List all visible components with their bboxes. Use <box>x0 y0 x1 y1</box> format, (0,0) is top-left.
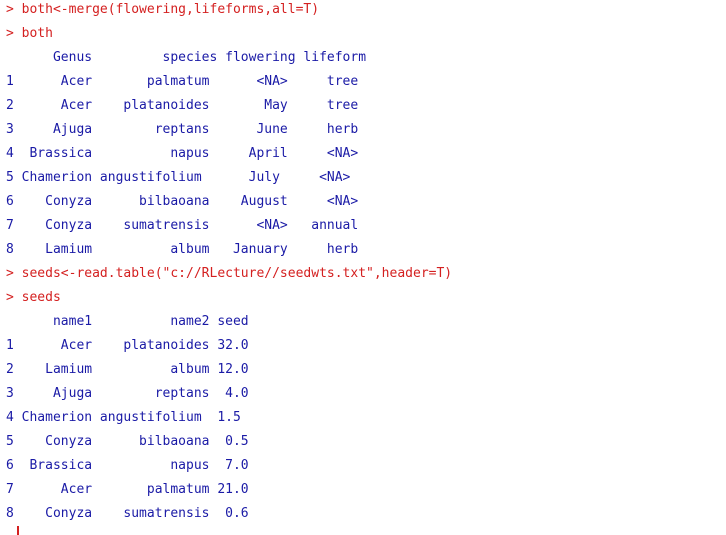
table-row: 1 Acer platanoides 32.0 <box>6 338 249 353</box>
table-header-row: Genus species flowering lifeform <box>6 50 367 65</box>
table-row: 8 Conyza sumatrensis 0.6 <box>6 506 249 521</box>
table-row: 4 Chamerion angustifolium 1.5 <box>6 410 241 425</box>
table-row: 8 Lamium album January herb <box>6 242 359 257</box>
table-row: 4 Brassica napus April <NA> <box>6 146 359 161</box>
table-row: 3 Ajuga reptans June herb <box>6 122 359 137</box>
table-row: 1 Acer palmatum <NA> tree <box>6 74 359 89</box>
console-command-line: > seeds <box>6 290 61 305</box>
console-command-line: > both <box>6 26 53 41</box>
table-row: 7 Conyza sumatrensis <NA> annual <box>6 218 359 233</box>
table-row: 2 Acer platanoides May tree <box>6 98 359 113</box>
table-header-row: name1 name2 seed <box>6 314 249 329</box>
table-row: 2 Lamium album 12.0 <box>6 362 249 377</box>
table-row: 7 Acer palmatum 21.0 <box>6 482 249 497</box>
text-cursor <box>17 526 19 535</box>
table-row: 6 Brassica napus 7.0 <box>6 458 249 473</box>
console-command-line: > seeds<-read.table("c://RLecture//seedw… <box>6 266 453 281</box>
table-row: 5 Conyza bilbaoana 0.5 <box>6 434 249 449</box>
table-row: 3 Ajuga reptans 4.0 <box>6 386 249 401</box>
console-command-line: > both<-merge(flowering,lifeforms,all=T) <box>6 2 320 17</box>
r-console-output[interactable]: > both<-merge(flowering,lifeforms,all=T)… <box>0 0 726 535</box>
table-row: 5 Chamerion angustifolium July <NA> <box>6 170 351 185</box>
table-row: 6 Conyza bilbaoana August <NA> <box>6 194 359 209</box>
